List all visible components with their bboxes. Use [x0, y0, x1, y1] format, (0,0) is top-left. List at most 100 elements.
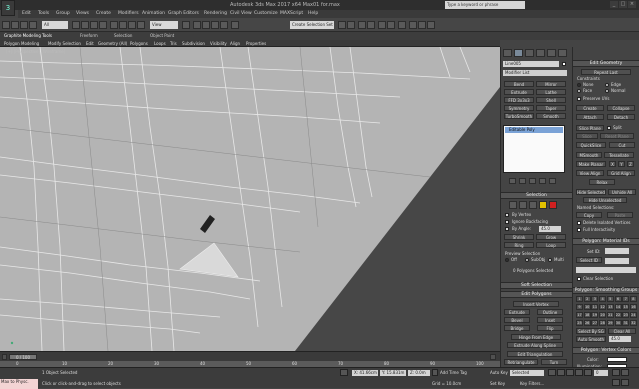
time-slider[interactable]: 0 / 100 — [0, 351, 500, 361]
ffd-button[interactable]: FFD 3x3x3 — [504, 97, 534, 103]
smoothing-group-20-button[interactable]: 20 — [599, 312, 607, 318]
planar-x-button[interactable]: X — [609, 161, 616, 167]
ignore-backfacing-checkbox[interactable] — [505, 220, 509, 224]
slice-button[interactable]: Slice — [576, 133, 598, 139]
by-vertex-checkbox[interactable] — [505, 213, 509, 217]
remove-modifier-icon[interactable] — [539, 178, 546, 184]
planar-y-button[interactable]: Y — [618, 161, 625, 167]
curve-editor-icon[interactable] — [378, 21, 386, 29]
smoothing-group-11-button[interactable]: 11 — [591, 304, 599, 310]
constraint-face-radio[interactable] — [577, 89, 581, 93]
pin-stack-icon[interactable] — [509, 178, 516, 184]
ribbon-polygons[interactable]: Polygons — [130, 41, 148, 46]
edge-subobject-icon[interactable] — [519, 201, 527, 209]
menu-modifiers[interactable]: Modifiers — [118, 11, 139, 16]
zoom-icon[interactable] — [612, 369, 620, 376]
smoothing-groups-rollout-header[interactable]: Polygon: Smoothing Groups — [573, 287, 639, 294]
ribbon-properties[interactable]: Properties — [246, 41, 266, 46]
smoothing-group-23-button[interactable]: 23 — [622, 312, 630, 318]
clear-all-button[interactable]: Clear All — [608, 328, 636, 334]
stack-item-editable-poly[interactable]: Editable Poly — [505, 127, 563, 133]
smoothing-group-9-button[interactable]: 9 — [576, 304, 583, 310]
go-to-end-icon[interactable] — [584, 369, 592, 376]
edit-named-sets-icon[interactable] — [231, 21, 239, 29]
make-unique-icon[interactable] — [529, 178, 536, 184]
motion-tab-icon[interactable] — [536, 49, 545, 57]
planar-z-button[interactable]: Z — [627, 161, 634, 167]
modifier-stack[interactable]: Editable Poly — [503, 125, 565, 173]
smoothing-group-28-button[interactable]: 28 — [599, 320, 607, 326]
vertex-subobject-icon[interactable] — [509, 201, 517, 209]
z-coordinate-field[interactable]: Z: 0.0m — [408, 370, 430, 376]
menu-rendering[interactable]: Rendering — [204, 11, 227, 16]
search-input[interactable]: Type a keyword or phrase — [445, 1, 525, 9]
percent-snap-icon[interactable] — [211, 21, 219, 29]
extrude-button[interactable]: Extrude — [504, 309, 530, 315]
smoothing-group-4-button[interactable]: 4 — [599, 296, 607, 302]
render-production-icon[interactable] — [427, 21, 435, 29]
auto-smooth-spinner[interactable]: 45.0 — [609, 336, 631, 342]
link-icon[interactable] — [20, 21, 28, 29]
placement-icon[interactable] — [137, 21, 145, 29]
menu-edit[interactable]: Edit — [22, 11, 31, 16]
paste-button[interactable]: Paste — [607, 212, 633, 218]
smoothing-group-27-button[interactable]: 27 — [591, 320, 599, 326]
select-id-spinner[interactable] — [605, 258, 629, 264]
insert-vertex-button[interactable]: Insert Vertex — [513, 301, 559, 307]
minimize-button[interactable]: _ — [610, 1, 618, 8]
key-mode-dropdown[interactable]: Selected — [510, 370, 544, 376]
utilities-tab-icon[interactable] — [558, 49, 567, 57]
polygon-subobject-icon[interactable] — [539, 201, 547, 209]
next-frame-icon[interactable] — [575, 369, 583, 376]
smoothing-group-15-button[interactable]: 15 — [622, 304, 630, 310]
unhide-all-button[interactable]: Unhide All — [608, 189, 636, 195]
ribbon-align[interactable]: Align — [230, 41, 240, 46]
add-time-tag[interactable]: Add Time Tag — [440, 370, 467, 375]
menu-maxscript[interactable]: MAXScript — [280, 11, 303, 16]
y-coordinate-field[interactable]: Y: 15.831m — [380, 370, 406, 376]
turn-button[interactable]: Turn — [541, 359, 567, 365]
material-name-dropdown[interactable] — [576, 267, 636, 273]
menu-animation[interactable]: Animation — [142, 11, 165, 16]
align-icon[interactable] — [347, 21, 355, 29]
collapse-button[interactable]: Collapse — [607, 105, 635, 111]
time-slider-thumb[interactable]: 0 / 100 — [9, 354, 37, 360]
mirror-button[interactable]: Mirror — [536, 81, 566, 87]
configure-modifier-sets-icon[interactable] — [549, 178, 556, 184]
quickslice-button[interactable]: QuickSlice — [576, 142, 606, 148]
menu-tools[interactable]: Tools — [38, 11, 49, 16]
preview-off-radio[interactable] — [505, 258, 509, 262]
move-icon[interactable] — [110, 21, 118, 29]
smoothing-group-6-button[interactable]: 6 — [614, 296, 622, 302]
preview-multi-radio[interactable] — [548, 258, 552, 262]
smoothing-group-5-button[interactable]: 5 — [606, 296, 614, 302]
menu-help[interactable]: Help — [308, 11, 318, 16]
by-angle-checkbox[interactable] — [505, 227, 509, 231]
smoothing-group-31-button[interactable]: 31 — [622, 320, 630, 326]
set-key-label[interactable]: Set Key — [490, 381, 505, 386]
viewport-label[interactable]: [+] [Perspective] [Wireframe] — [6, 49, 65, 54]
turbosmooth-button[interactable]: TurboSmooth — [504, 113, 534, 119]
menu-customize[interactable]: Customize — [254, 11, 278, 16]
select-object-icon[interactable] — [72, 21, 80, 29]
extrude-along-spline-button[interactable]: Extrude Along Spline — [507, 342, 563, 348]
smoothing-group-22-button[interactable]: 22 — [614, 312, 622, 318]
hinge-from-edge-button[interactable]: Hinge From Edge — [511, 334, 561, 340]
soft-selection-rollout-header[interactable]: Soft Selection — [501, 282, 572, 289]
ribbon-modify-selection[interactable]: Modify Selection — [48, 41, 81, 46]
undo-icon[interactable] — [2, 21, 10, 29]
full-interactivity-checkbox[interactable] — [577, 228, 581, 232]
play-icon[interactable] — [566, 369, 574, 376]
smoothing-group-8-button[interactable]: 8 — [629, 296, 637, 302]
ribbon-subdivision[interactable]: Subdivision — [182, 41, 205, 46]
slice-plane-button[interactable]: Slice Plane — [576, 125, 604, 131]
display-tab-icon[interactable] — [547, 49, 556, 57]
smoothing-group-19-button[interactable]: 19 — [591, 312, 599, 318]
constraint-edge-radio[interactable] — [605, 83, 609, 87]
grow-button[interactable]: Grow — [536, 234, 566, 240]
cut-button[interactable]: Cut — [609, 142, 635, 148]
ribbon-geometry-all[interactable]: Geometry (All) — [98, 41, 127, 46]
ribbon-loops[interactable]: Loops — [154, 41, 166, 46]
smoothing-group-25-button[interactable]: 25 — [576, 320, 583, 326]
tab-selection[interactable]: Selection — [114, 33, 132, 38]
